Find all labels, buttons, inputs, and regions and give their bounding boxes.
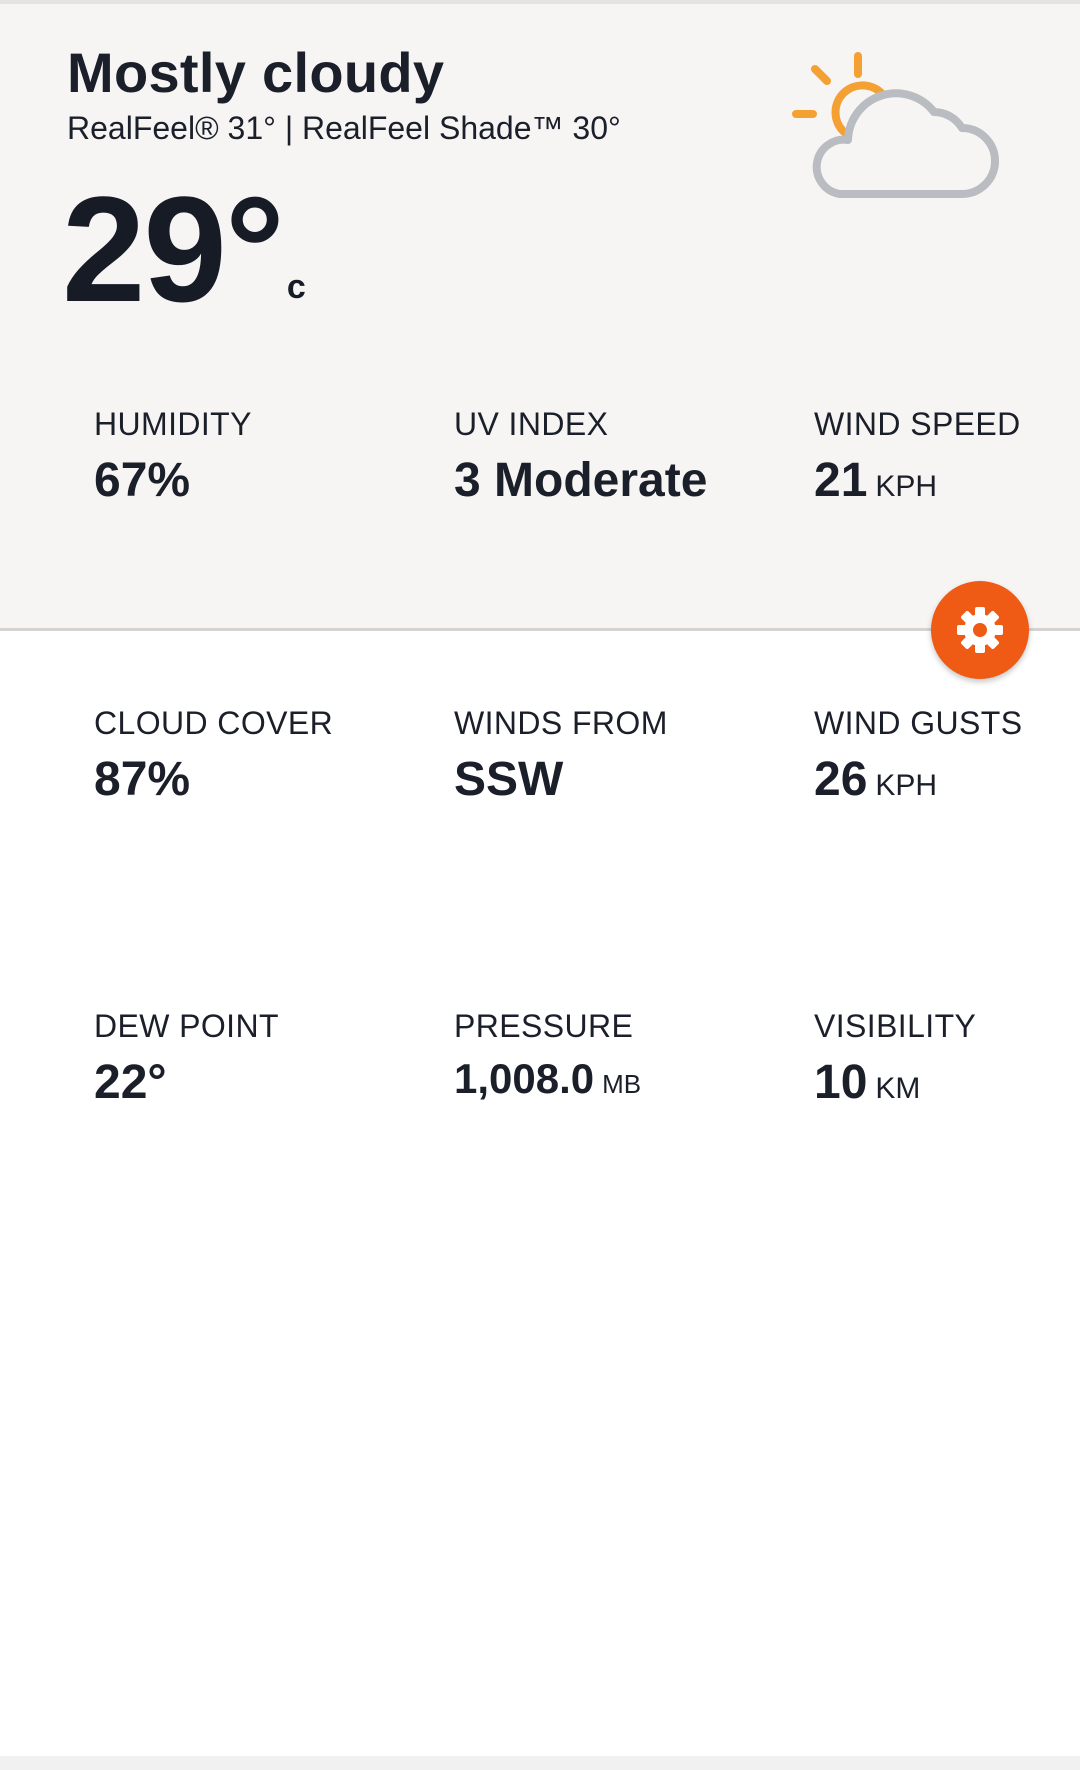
temperature-value: 29°: [62, 165, 285, 333]
visibility-metric: VISIBILITY 10 KM: [814, 1008, 1074, 1110]
visibility-value: 10: [814, 1056, 868, 1109]
pressure-value: 1,008.0: [454, 1055, 595, 1102]
realfeel-text: RealFeel® 31° | RealFeel Shade™ 30°: [67, 110, 621, 146]
dew-point-label: DEW POINT: [94, 1008, 279, 1044]
bottom-edge: [0, 1756, 1080, 1770]
temperature-unit: c: [286, 268, 306, 306]
pressure-metric: PRESSURE 1,008.0 MB: [454, 1008, 784, 1103]
wind-gusts-metric: WIND GUSTS 26 KPH: [814, 705, 1074, 807]
gear-icon: [957, 607, 1003, 653]
settings-button[interactable]: [931, 581, 1029, 679]
uv-index-metric: UV INDEX 3 Moderate: [454, 406, 784, 508]
cloud-cover-value: 87%: [94, 753, 191, 806]
winds-from-metric: WINDS FROM SSW: [454, 705, 784, 807]
winds-from-value: SSW: [454, 753, 564, 806]
wind-gusts-value: 26: [814, 753, 868, 806]
wind-speed-label: WIND SPEED: [814, 406, 1021, 442]
dew-point-metric: DEW POINT 22°: [94, 1008, 424, 1110]
temperature-display: 29° c: [62, 174, 306, 324]
current-conditions-panel: Mostly cloudy RealFeel® 31° | RealFeel S…: [0, 4, 1080, 631]
dew-point-value: 22°: [94, 1056, 167, 1109]
pressure-label: PRESSURE: [454, 1008, 634, 1044]
condition-title: Mostly cloudy: [67, 41, 445, 104]
wind-gusts-label: WIND GUSTS: [814, 705, 1023, 741]
humidity-metric: HUMIDITY 67%: [94, 406, 424, 508]
visibility-unit: KM: [875, 1072, 921, 1105]
humidity-value: 67%: [94, 454, 191, 507]
visibility-label: VISIBILITY: [814, 1008, 977, 1044]
wind-gusts-unit: KPH: [875, 769, 938, 802]
pressure-unit: MB: [602, 1069, 642, 1099]
cloud-cover-metric: CLOUD COVER 87%: [94, 705, 424, 807]
winds-from-label: WINDS FROM: [454, 705, 668, 741]
wind-speed-metric: WIND SPEED 21 KPH: [814, 406, 1074, 508]
cloud-cover-label: CLOUD COVER: [94, 705, 334, 741]
uv-index-value: 3 Moderate: [454, 454, 708, 507]
partly-cloudy-icon: [792, 52, 999, 198]
wind-speed-value: 21: [814, 454, 868, 507]
wind-speed-unit: KPH: [875, 470, 938, 503]
uv-index-label: UV INDEX: [454, 406, 609, 442]
humidity-label: HUMIDITY: [94, 406, 252, 442]
